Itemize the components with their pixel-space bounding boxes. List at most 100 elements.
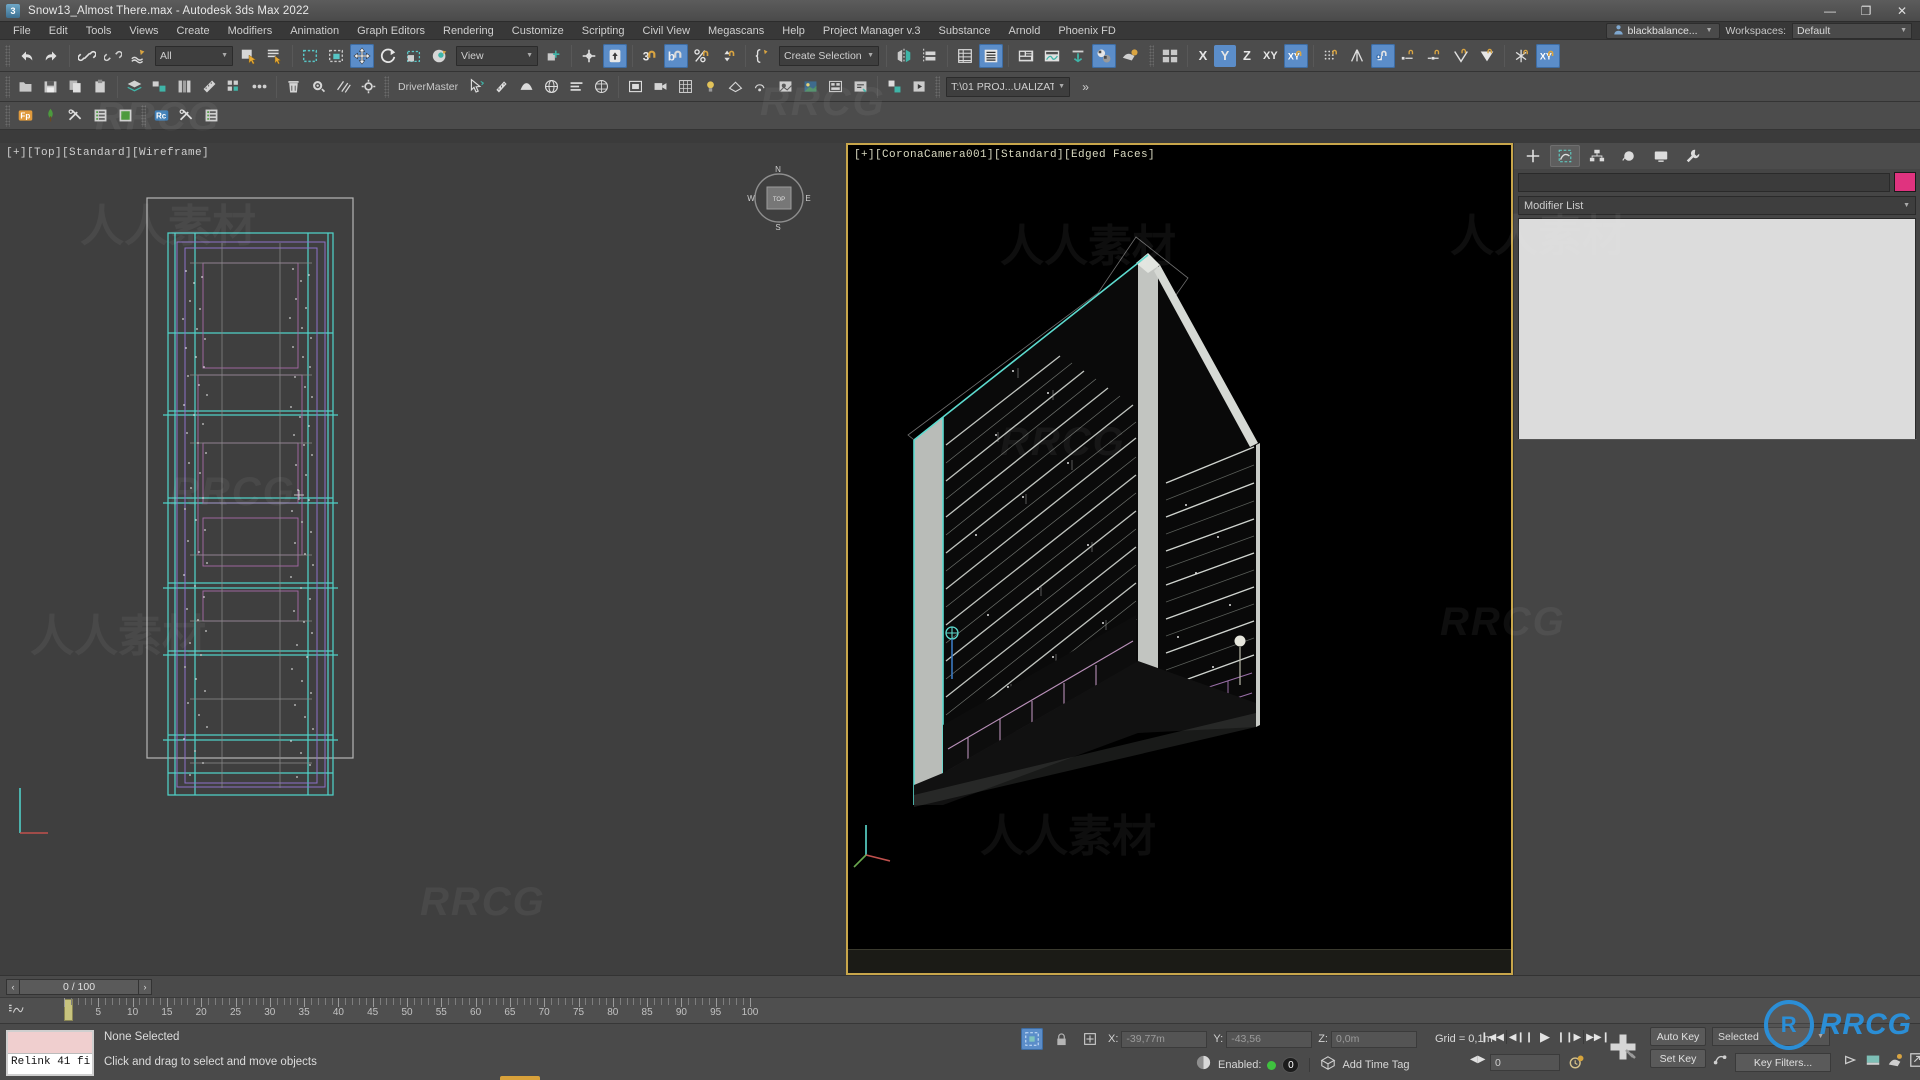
current-frame-input[interactable]: 0 <box>1490 1054 1560 1071</box>
axis-constraint-y[interactable]: Y <box>1214 44 1236 67</box>
list-align-button[interactable] <box>565 75 588 98</box>
modifier-stack-list[interactable] <box>1518 218 1916 461</box>
axis-constraint-xy[interactable]: XY <box>1258 45 1283 67</box>
set-key-button[interactable]: Set Key <box>1650 1049 1706 1068</box>
state-sets-button[interactable] <box>883 75 906 98</box>
key-filters-button[interactable]: Key Filters... <box>1735 1053 1831 1072</box>
toolbar-grip[interactable] <box>5 75 10 98</box>
menu-project-manager[interactable]: Project Manager v.3 <box>814 22 930 40</box>
axis-constraints-toolbar-button[interactable]: XY <box>1283 43 1308 68</box>
light-helper-button[interactable] <box>699 75 722 98</box>
previous-frame-button[interactable]: ◀❙❙ <box>1509 1028 1533 1046</box>
measure-button[interactable] <box>198 75 221 98</box>
group-button[interactable] <box>148 75 171 98</box>
menu-arnold[interactable]: Arnold <box>1000 22 1050 40</box>
grid-snap-button[interactable] <box>1319 44 1343 68</box>
forest-plant-button[interactable] <box>39 104 62 127</box>
material-library-button[interactable] <box>173 75 196 98</box>
align-button[interactable] <box>918 44 942 68</box>
close-button[interactable]: ✕ <box>1884 0 1920 22</box>
enabled-count-badge[interactable]: 0 <box>1282 1057 1300 1073</box>
hatch-button[interactable] <box>332 75 355 98</box>
named-selection-set-combo[interactable]: Create Selection Se ▼ <box>779 45 879 66</box>
angle-snap-toggle-button[interactable]: b <box>664 43 688 68</box>
layer-explorer-button[interactable] <box>979 43 1003 68</box>
menu-create[interactable]: Create <box>168 22 219 40</box>
select-by-name-button[interactable] <box>263 44 287 68</box>
spinner-snap-toggle-button[interactable] <box>716 44 740 68</box>
modify-tab[interactable] <box>1550 145 1580 167</box>
viewport-camera[interactable]: [+][CoronaCamera001][Standard][Edged Fac… <box>846 143 1513 975</box>
maximize-button[interactable]: ❐ <box>1848 0 1884 22</box>
menu-modifiers[interactable]: Modifiers <box>219 22 282 40</box>
viewport-camera-label[interactable]: [+][CoronaCamera001][Standard][Edged Fac… <box>854 149 1155 161</box>
object-name-field[interactable] <box>1518 172 1890 192</box>
menu-help[interactable]: Help <box>773 22 814 40</box>
go-to-start-button[interactable]: ❙◀◀ <box>1480 1028 1504 1046</box>
menu-views[interactable]: Views <box>120 22 167 40</box>
toolbar-grip[interactable] <box>384 75 389 98</box>
atmos-button[interactable] <box>749 75 772 98</box>
preferences-gear-button[interactable] <box>357 75 380 98</box>
helper-button[interactable] <box>515 75 538 98</box>
render-preview-button[interactable] <box>908 75 931 98</box>
vertex-snap-button[interactable] <box>1345 44 1369 68</box>
tape-measure-button[interactable] <box>490 75 513 98</box>
maxscript-input-pane[interactable]: Relink 41 fi <box>8 1054 92 1074</box>
curve-editor-icon[interactable] <box>8 1003 24 1020</box>
add-snap-button[interactable] <box>1370 43 1395 68</box>
select-and-scale-button[interactable] <box>402 44 426 68</box>
toolbar-overflow-button[interactable]: » <box>1074 75 1097 98</box>
isolate-button[interactable] <box>624 75 647 98</box>
axis-constraint-x[interactable]: X <box>1192 45 1214 67</box>
object-color-swatch[interactable] <box>1894 172 1916 192</box>
world-mesh-button[interactable] <box>590 75 613 98</box>
menu-edit[interactable]: Edit <box>40 22 77 40</box>
snap-midpoint-button[interactable] <box>1423 44 1447 68</box>
grid-helper-button[interactable] <box>674 75 697 98</box>
minimize-button[interactable]: — <box>1812 0 1848 22</box>
workspace-select[interactable]: Default ▼ <box>1792 22 1912 39</box>
camera-helper-button[interactable] <box>649 75 672 98</box>
orbit-view-icon[interactable] <box>1865 1052 1881 1073</box>
schematic-view-button[interactable] <box>1066 44 1090 68</box>
play-animation-button[interactable]: ▶ <box>1535 1028 1555 1046</box>
pan-view-icon[interactable] <box>1843 1052 1859 1073</box>
curve-editor-button[interactable] <box>1040 44 1064 68</box>
toolbar-grip[interactable] <box>5 104 10 127</box>
menu-rendering[interactable]: Rendering <box>434 22 503 40</box>
rectangular-selection-region-button[interactable] <box>298 44 322 68</box>
next-frame-button[interactable]: ❙❙▶ <box>1557 1028 1581 1046</box>
select-and-manipulate-button[interactable] <box>577 44 601 68</box>
section-button[interactable] <box>724 75 747 98</box>
time-configuration-button[interactable] <box>1568 1053 1586 1076</box>
menu-civil-view[interactable]: Civil View <box>634 22 699 40</box>
key-step-arrows[interactable]: ◀▶ <box>1470 1054 1485 1065</box>
railclone-button[interactable]: Rc <box>150 104 173 127</box>
lock-icon[interactable] <box>1051 1028 1071 1050</box>
track-bar[interactable]: 5 10 15 20 25 30 35 40 45 50 55 60 65 70 75 80 85 90 95 100 <box>0 997 1920 1023</box>
coord-x-input[interactable]: -39,77m <box>1121 1030 1208 1048</box>
mirror-button[interactable] <box>892 44 916 68</box>
window-crossing-toggle[interactable] <box>324 44 348 68</box>
open-file-button[interactable] <box>14 75 37 98</box>
render-frame-window-button[interactable] <box>1158 44 1182 68</box>
set-key-toggle-button[interactable] <box>1606 1030 1640 1064</box>
maxscript-listener[interactable]: Relink 41 fi <box>6 1030 94 1076</box>
driver-master-label[interactable]: DriverMaster <box>392 81 464 93</box>
render-elements-button[interactable] <box>774 75 797 98</box>
light-lister-button[interactable] <box>824 75 847 98</box>
display-tab[interactable] <box>1646 145 1676 167</box>
project-path-combo[interactable]: T:\01 PROJ...UALIZATION ▼ <box>946 76 1071 97</box>
selection-filter-combo[interactable]: All ▼ <box>155 45 233 66</box>
select-and-link-button[interactable] <box>75 44 99 68</box>
reference-coordinate-combo[interactable]: View ▼ <box>456 45 538 66</box>
forest-material-button[interactable] <box>114 104 137 127</box>
zoom-view-icon[interactable] <box>1887 1052 1903 1073</box>
next-frame-button[interactable]: › <box>138 978 152 995</box>
select-object-button[interactable] <box>237 44 261 68</box>
batch-render-button[interactable] <box>849 75 872 98</box>
select-and-rotate-button[interactable] <box>376 44 400 68</box>
snap-toggle-button[interactable] <box>603 43 627 68</box>
toolbar-grip[interactable] <box>5 44 10 67</box>
